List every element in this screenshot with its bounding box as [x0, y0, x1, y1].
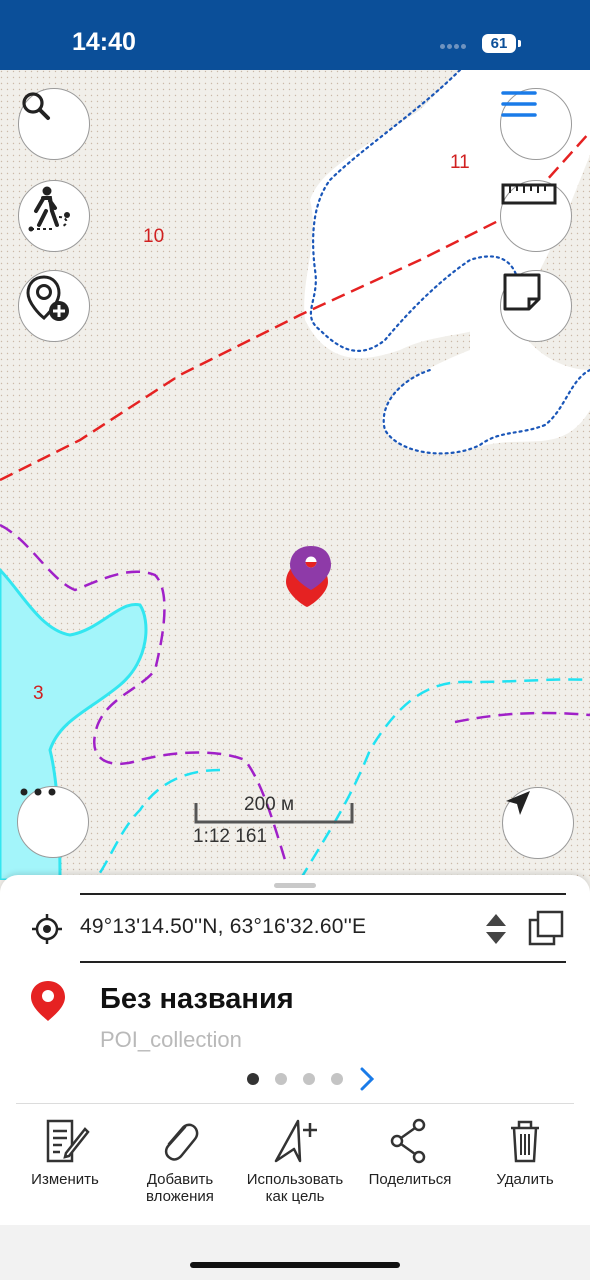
more-button[interactable]: [17, 786, 89, 858]
signal-dots-icon: [440, 36, 472, 49]
action-label: Добавить вложения: [146, 1171, 214, 1205]
poi-bottom-sheet[interactable]: 49°13'14.50''N, 63°16'32.60''E Без назва…: [0, 875, 590, 1225]
share-button[interactable]: Поделиться: [351, 1117, 469, 1188]
ruler-button[interactable]: [500, 180, 572, 252]
battery-icon: 61: [482, 34, 516, 53]
delete-button[interactable]: Удалить: [466, 1117, 584, 1188]
location-arrow-icon: [506, 791, 530, 815]
poi-pin-icon: [31, 981, 65, 1021]
divider-line: [80, 961, 566, 963]
sheet-grabber[interactable]: [274, 883, 316, 888]
scale-distance: 200 м: [244, 794, 295, 815]
hamburger-menu-icon: [501, 91, 537, 117]
page-dot-active: [247, 1073, 259, 1085]
contour-label: 10: [143, 226, 165, 247]
more-dots-icon: [20, 788, 56, 796]
edit-button[interactable]: Изменить: [6, 1117, 124, 1188]
battery-tip: [518, 40, 521, 47]
layers-button[interactable]: [500, 270, 572, 342]
status-bar: 14:40 61: [0, 0, 590, 70]
poi-title[interactable]: Без названия: [100, 983, 294, 1016]
poi-collection: POI_collection: [100, 1027, 242, 1052]
coordinates-text[interactable]: 49°13'14.50''N, 63°16'32.60''E: [80, 915, 366, 939]
add-poi-button[interactable]: [18, 270, 90, 342]
trash-icon: [511, 1120, 539, 1163]
search-button[interactable]: [18, 88, 90, 160]
page-dot: [275, 1073, 287, 1085]
use-as-target-button[interactable]: Использовать как цель: [236, 1117, 354, 1205]
coord-format-toggle-icon[interactable]: [484, 912, 508, 946]
contour-label: 3: [33, 683, 44, 704]
attach-button[interactable]: Добавить вложения: [121, 1117, 239, 1205]
chevron-right-icon[interactable]: [359, 1067, 375, 1091]
action-label: Поделиться: [368, 1171, 452, 1188]
status-time: 14:40: [72, 28, 136, 56]
hiker-route-icon: [28, 186, 70, 232]
search-icon: [22, 92, 50, 120]
map-view[interactable]: 10 11 3 200 м 1:12 161: [0, 70, 590, 880]
contour-label: 11: [450, 152, 470, 173]
track-button[interactable]: [18, 180, 90, 252]
menu-button[interactable]: [500, 88, 572, 160]
crosshair-icon: [32, 914, 62, 944]
page-dot: [331, 1073, 343, 1085]
page-dot: [303, 1073, 315, 1085]
scale-ratio: 1:12 161: [193, 826, 267, 847]
paperclip-icon: [164, 1123, 199, 1161]
home-area: [0, 1225, 590, 1280]
action-label: Изменить: [31, 1171, 99, 1188]
map-sheet-icon: [503, 273, 541, 311]
copy-icon[interactable]: [527, 909, 565, 947]
ruler-icon: [501, 183, 557, 205]
add-poi-icon: [26, 275, 69, 321]
locate-button[interactable]: [502, 787, 574, 859]
home-indicator[interactable]: [190, 1262, 400, 1268]
navigate-plus-icon: [274, 1119, 317, 1163]
action-label: Использовать как цель: [246, 1171, 344, 1205]
actions-divider: [16, 1103, 574, 1104]
divider-line: [80, 893, 566, 895]
edit-document-icon: [46, 1119, 90, 1163]
share-icon: [390, 1118, 426, 1164]
action-label: Удалить: [496, 1171, 554, 1188]
